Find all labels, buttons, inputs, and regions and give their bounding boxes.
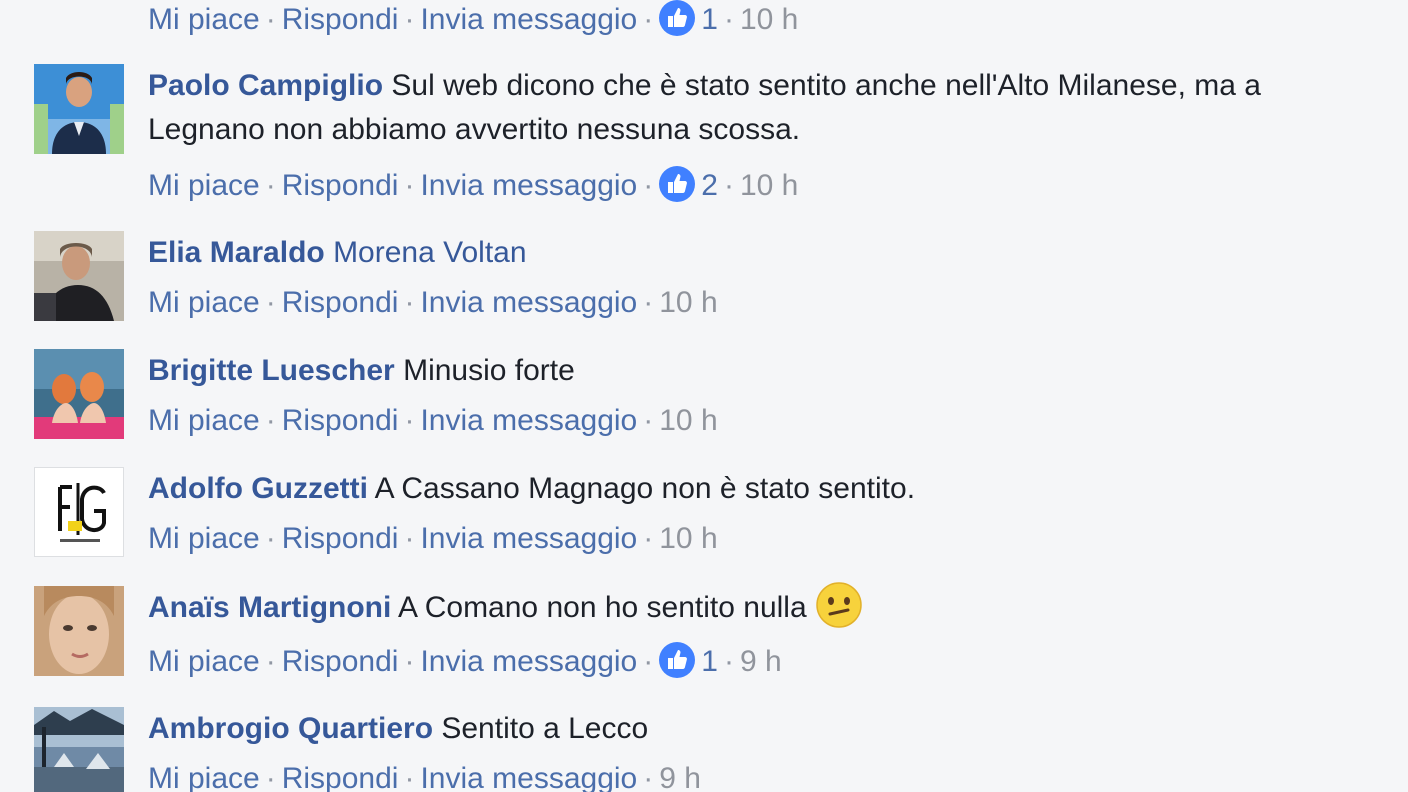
comment-body: Paolo Campiglio Sul web dicono che è sta… [148,64,1368,152]
separator: · [643,522,654,555]
separator: · [404,522,415,555]
comment-actions: Mi piace · Rispondi · Invia messaggio · 10 h [148,401,718,441]
comment-body: Anaïs Martignoni A Comano non ho sentito… [148,582,1368,630]
avatar-image [34,586,124,676]
comment-author[interactable]: Anaïs Martignoni [148,591,391,624]
avatar[interactable] [34,64,124,154]
separator: · [723,169,734,202]
tagged-user[interactable]: Morena Voltan [333,236,526,269]
like-count[interactable]: 1 [695,3,718,36]
avatar[interactable] [34,467,124,557]
avatar-image [34,467,124,557]
separator: · [404,762,415,792]
send-message-link[interactable]: Invia messaggio [420,169,637,202]
comment-author[interactable]: Ambrogio Quartiero [148,712,433,745]
avatar[interactable] [34,349,124,439]
reply-link[interactable]: Rispondi [282,3,399,36]
comment-body: Elia Maraldo Morena Voltan [148,231,1368,275]
comment-time[interactable]: 10 h [659,522,717,555]
separator: · [643,762,654,792]
separator: · [404,645,415,678]
separator: · [265,762,276,792]
separator: · [643,286,654,319]
separator: · [265,404,276,437]
reply-link[interactable]: Rispondi [282,286,399,319]
comment-text: A Cassano Magnago non è stato sentito. [374,472,916,505]
reply-link[interactable]: Rispondi [282,522,399,555]
comment-author[interactable]: Paolo Campiglio [148,69,383,102]
send-message-link[interactable]: Invia messaggio [420,286,637,319]
comment-author[interactable]: Adolfo Guzzetti [148,472,368,505]
like-link[interactable]: Mi piace [148,169,260,202]
confused-face-icon [816,582,862,628]
comment-time[interactable]: 10 h [659,404,717,437]
avatar[interactable] [34,586,124,676]
send-message-link[interactable]: Invia messaggio [420,522,637,555]
comment-body: Brigitte Luescher Minusio forte [148,349,1368,393]
comment-time[interactable]: 10 h [659,286,717,319]
separator: · [404,404,415,437]
like-count[interactable]: 2 [695,169,718,202]
send-message-link[interactable]: Invia messaggio [420,404,637,437]
separator: · [723,645,734,678]
like-link[interactable]: Mi piace [148,645,260,678]
send-message-link[interactable]: Invia messaggio [420,645,637,678]
comment-author[interactable]: Elia Maraldo [148,236,325,269]
comment-body: Ambrogio Quartiero Sentito a Lecco [148,707,1368,751]
like-link[interactable]: Mi piace [148,286,260,319]
comment-actions: Mi piace · Rispondi · Invia messaggio · 10 h [148,283,718,323]
comment-time[interactable]: 10 h [740,3,798,36]
comment-text: Sentito a Lecco [441,712,649,745]
avatar-image [34,231,124,321]
separator: · [265,3,276,36]
comment-actions: Mi piace · Rispondi · Invia messaggio · 2 · 10 h [148,166,798,206]
comment-author[interactable]: Brigitte Luescher [148,354,395,387]
like-link[interactable]: Mi piace [148,522,260,555]
separator: · [265,522,276,555]
comment-body: Adolfo Guzzetti A Cassano Magnago non è … [148,467,1368,511]
comment-actions: Mi piace · Rispondi · Invia messaggio · 1 · 9 h [148,642,782,682]
comment-actions: Mi piace · Rispondi · Invia messaggio · 10 h [148,519,718,559]
like-count[interactable]: 1 [695,645,718,678]
separator: · [643,169,654,202]
separator: · [643,3,654,36]
avatar[interactable] [34,231,124,321]
like-link[interactable]: Mi piace [148,762,260,792]
comment-actions: Mi piace · Rispondi · Invia messaggio · 9 h [148,759,701,792]
send-message-link[interactable]: Invia messaggio [420,762,637,792]
separator: · [265,286,276,319]
reply-link[interactable]: Rispondi [282,645,399,678]
comment-time[interactable]: 10 h [740,169,798,202]
separator: · [643,645,654,678]
separator: · [265,645,276,678]
thumbs-up-icon[interactable] [659,166,696,203]
separator: · [404,169,415,202]
avatar-image [34,64,124,154]
separator: · [404,3,415,36]
comment-actions: Mi piace · Rispondi · Invia messaggio · 1 · 10 h [148,0,798,40]
separator: · [643,404,654,437]
thumbs-up-icon[interactable] [659,642,696,679]
comment-time[interactable]: 9 h [659,762,701,792]
reply-link[interactable]: Rispondi [282,169,399,202]
comment-time[interactable]: 9 h [740,645,782,678]
comment-text: A Comano non ho sentito nulla [398,591,807,624]
reply-link[interactable]: Rispondi [282,404,399,437]
comment-feed: Mi piace · Rispondi · Invia messaggio · 1 · 10 h… [0,0,1408,792]
thumbs-up-icon[interactable] [659,0,696,37]
send-message-link[interactable]: Invia messaggio [420,3,637,36]
separator: · [723,3,734,36]
avatar[interactable] [34,707,124,792]
like-link[interactable]: Mi piace [148,404,260,437]
separator: · [404,286,415,319]
avatar-image [34,707,124,792]
reply-link[interactable]: Rispondi [282,762,399,792]
like-link[interactable]: Mi piace [148,3,260,36]
avatar-image [34,349,124,439]
separator: · [265,169,276,202]
comment-text: Minusio forte [403,354,575,387]
